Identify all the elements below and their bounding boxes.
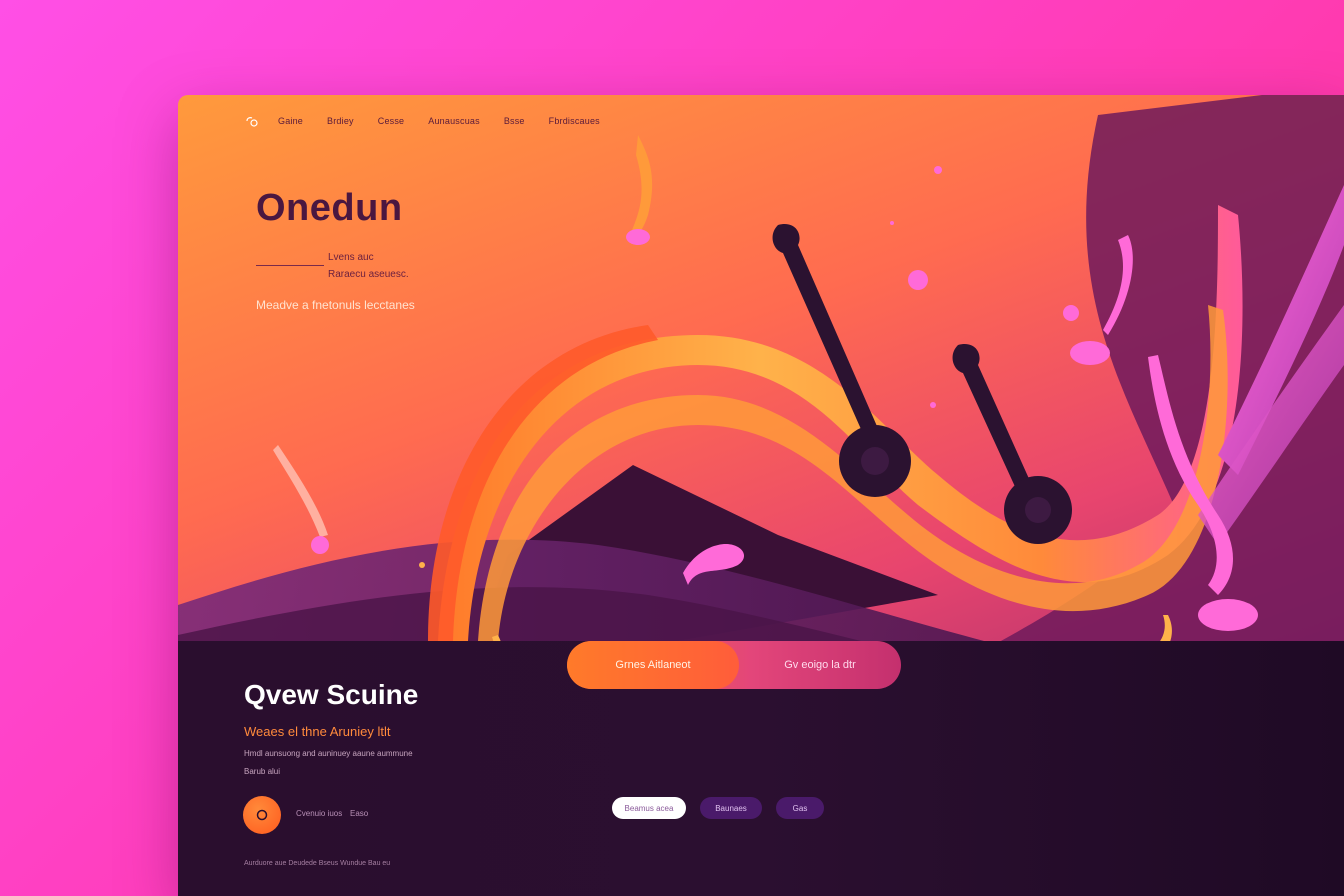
footer-note: Aurduore aue Deudede Bseus Wundue Bau eu [244, 860, 391, 867]
play-icon [256, 809, 268, 821]
filter-chip[interactable]: Gas [776, 797, 824, 819]
hero-title: Onedun [256, 187, 403, 229]
filter-chip[interactable]: Beamus acea [612, 797, 686, 819]
hero-small-text: Raraecu aseuesc. [328, 269, 409, 280]
hero-small-text: Lvens auc [328, 252, 374, 263]
footer-link[interactable]: Easo [350, 809, 368, 818]
primary-cta-button[interactable]: Grnes Aitlaneot [567, 641, 739, 689]
secondary-cta-button[interactable]: Gv eoigo la dtr [739, 641, 901, 689]
hero-tagline: Meadve a fnetonuls lecctanes [256, 298, 415, 312]
filter-chips: Beamus acea Baunaes Gas [612, 797, 824, 819]
nav-item[interactable]: Gaine [278, 116, 303, 126]
app-window: Gaine Brdiey Cesse Aunauscuas Bsse Fbrdi… [178, 95, 1344, 896]
section-description: Hmdl aunsuong and auninuey aaune aummune [244, 749, 413, 758]
nav-item[interactable]: Brdiey [327, 116, 354, 126]
footer-link[interactable]: Cvenuio iuos [296, 809, 342, 818]
section-subtitle: Weaes el thne Aruniey ltlt [244, 724, 391, 739]
nav-item[interactable]: Fbrdiscaues [549, 116, 600, 126]
play-button[interactable] [243, 796, 281, 834]
section-description: Barub alui [244, 767, 281, 776]
nav-item[interactable]: Cesse [378, 116, 405, 126]
hero-divider [256, 265, 324, 266]
music-note-logo-icon[interactable] [244, 113, 260, 129]
filter-chip[interactable]: Baunaes [700, 797, 762, 819]
nav-item[interactable]: Bsse [504, 116, 525, 126]
top-nav: Gaine Brdiey Cesse Aunauscuas Bsse Fbrdi… [244, 113, 624, 129]
section-title: Qvew Scuine [244, 679, 419, 710]
cta-button-group: Grnes Aitlaneot Gv eoigo la dtr [567, 641, 901, 689]
nav-item[interactable]: Aunauscuas [428, 116, 480, 126]
